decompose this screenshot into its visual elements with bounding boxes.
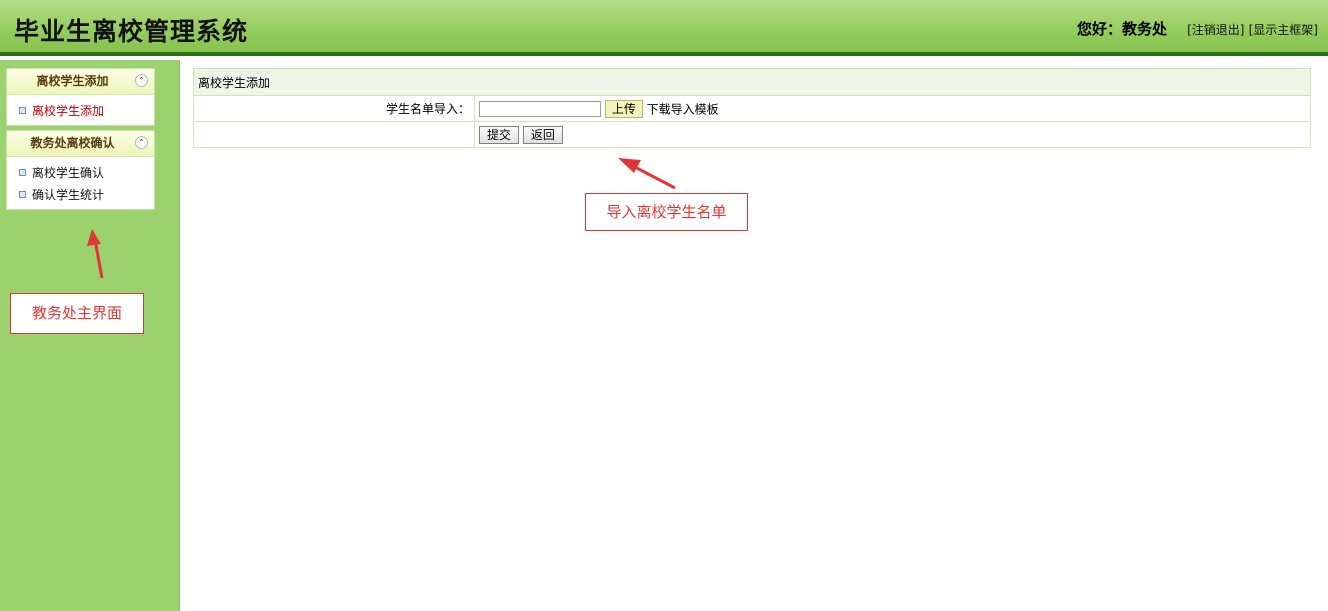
back-button[interactable]: 返回 bbox=[522, 125, 563, 144]
upload-button[interactable]: 上传 bbox=[604, 99, 643, 118]
menu-item-list: 离校学生确认 确认学生统计 bbox=[7, 157, 154, 209]
menu-group-title: 教务处离校确认 bbox=[30, 136, 115, 150]
menu-group-student-add: 离校学生添加 ⌃ 离校学生添加 bbox=[6, 68, 155, 126]
logout-link[interactable]: [注销退出] bbox=[1187, 23, 1244, 37]
app-title: 毕业生离校管理系统 bbox=[14, 17, 249, 46]
double-chevron-up-icon[interactable]: ⌃ bbox=[135, 74, 148, 87]
sidebar-item-label: 确认学生统计 bbox=[32, 188, 105, 202]
sidebar: 离校学生添加 ⌃ 离校学生添加 教务处离校确认 ⌃ 离校学生确认 确认学生统计 bbox=[0, 60, 180, 611]
panel-header-row: 离校学生添加 bbox=[193, 68, 1311, 96]
form-arrow-head bbox=[618, 158, 641, 173]
empty-label-cell bbox=[193, 121, 475, 148]
bullet-icon bbox=[19, 169, 26, 176]
import-label: 学生名单导入： bbox=[193, 95, 475, 122]
menu-group-title: 离校学生添加 bbox=[36, 74, 109, 88]
submit-button[interactable]: 提交 bbox=[479, 125, 520, 144]
user-area: 您好：教务处 [注销退出] [显示主框架] bbox=[1077, 18, 1318, 39]
sidebar-item-label: 离校学生添加 bbox=[32, 104, 105, 118]
header-bar: 毕业生离校管理系统 您好：教务处 [注销退出] [显示主框架] bbox=[0, 0, 1328, 56]
sidebar-item-student-add[interactable]: 离校学生添加 bbox=[7, 100, 154, 122]
sidebar-item-label: 离校学生确认 bbox=[32, 166, 105, 180]
file-path-input[interactable] bbox=[479, 100, 601, 117]
sidebar-annotation: 教务处主界面 bbox=[10, 293, 144, 334]
panel-title: 离校学生添加 bbox=[193, 68, 1311, 96]
import-row: 学生名单导入： 上传 下载导入模板 bbox=[193, 95, 1311, 122]
download-template-link[interactable]: 下载导入模板 bbox=[647, 102, 719, 116]
form-arrow-shaft bbox=[632, 164, 676, 190]
menu-item-list: 离校学生添加 bbox=[7, 95, 154, 125]
import-cell: 上传 下载导入模板 bbox=[474, 95, 1311, 122]
greeting-text: 您好：教务处 bbox=[1076, 20, 1167, 38]
menu-group-confirm: 教务处离校确认 ⌃ 离校学生确认 确认学生统计 bbox=[6, 130, 155, 210]
page-root: 毕业生离校管理系统 您好：教务处 [注销退出] [显示主框架] 离校学生添加 ⌃… bbox=[0, 0, 1328, 611]
sidebar-item-confirm-stats[interactable]: 确认学生统计 bbox=[7, 184, 154, 206]
show-frame-link[interactable]: [显示主框架] bbox=[1249, 23, 1318, 37]
sidebar-item-student-confirm[interactable]: 离校学生确认 bbox=[7, 162, 154, 184]
bullet-icon bbox=[19, 107, 26, 114]
bullet-icon bbox=[19, 191, 26, 198]
action-row: 提交 返回 bbox=[193, 121, 1311, 148]
action-cell: 提交 返回 bbox=[474, 121, 1311, 148]
double-chevron-up-icon[interactable]: ⌃ bbox=[135, 136, 148, 149]
menu-group-header[interactable]: 离校学生添加 ⌃ bbox=[7, 69, 154, 95]
student-add-form: 离校学生添加 学生名单导入： 上传 下载导入模板 提交 返回 bbox=[193, 68, 1311, 148]
menu-group-header[interactable]: 教务处离校确认 ⌃ bbox=[7, 131, 154, 157]
form-annotation: 导入离校学生名单 bbox=[585, 193, 748, 231]
